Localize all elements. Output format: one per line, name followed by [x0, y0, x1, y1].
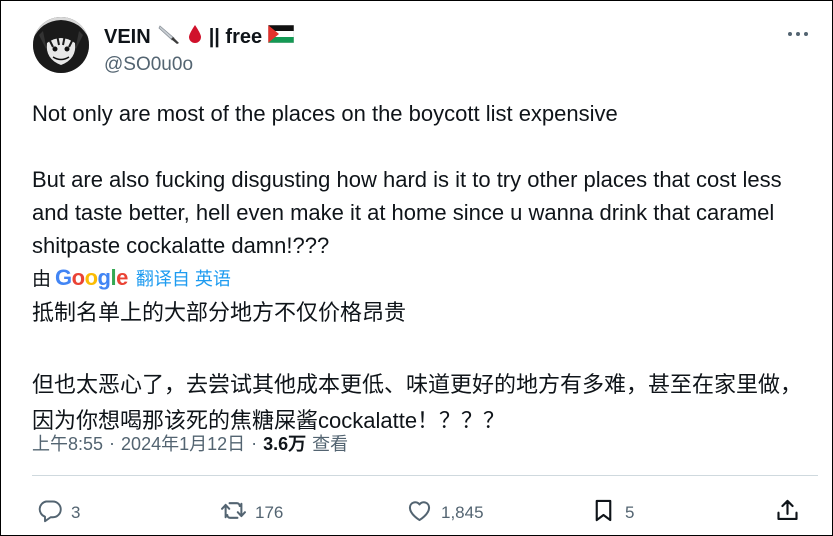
repost-count: 176: [255, 503, 284, 522]
meta-separator: ·: [109, 432, 116, 453]
translated-text: 抵制名单上的大部分地方不仅价格昂贵 但也太恶心了，去尝试其他成本更低、味道更好的…: [32, 300, 803, 433]
knife-icon: [157, 23, 181, 51]
bookmark-button[interactable]: 5: [590, 497, 634, 529]
repost-icon: [220, 497, 247, 529]
bookmark-icon: [590, 497, 617, 529]
display-name[interactable]: VEIN || free: [104, 23, 295, 51]
action-bar: 3 176 1,845 5: [36, 493, 818, 533]
name-suffix: || free: [208, 25, 263, 48]
repost-button[interactable]: 176: [220, 497, 283, 529]
tweet-card: VEIN || free @SO0u0o Not only are most o…: [0, 0, 833, 536]
palestine-flag-icon: [267, 24, 295, 49]
views-label: 查看: [312, 434, 349, 454]
tweet-header: VEIN || free @SO0u0o: [33, 17, 812, 77]
tweet-text: Not only are most of the places on the b…: [32, 101, 782, 258]
bookmark-count: 5: [625, 503, 635, 522]
heart-icon: [406, 497, 433, 529]
translated-from-link[interactable]: 翻译自 英语: [136, 265, 231, 291]
views-count: 3.6万: [263, 434, 307, 454]
divider: [32, 475, 818, 476]
reply-button[interactable]: 3: [36, 497, 80, 529]
google-logo: Google: [55, 264, 128, 290]
avatar[interactable]: [33, 17, 89, 73]
tweet-time[interactable]: 上午8:55: [32, 430, 103, 456]
translated-by-label: 由: [32, 269, 52, 290]
reply-icon: [36, 497, 63, 529]
author-handle[interactable]: @SO0u0o: [104, 54, 193, 76]
more-options-icon[interactable]: [786, 25, 810, 43]
share-button[interactable]: [774, 497, 801, 529]
meta-separator: ·: [251, 432, 258, 453]
tweet-meta: 上午8:55 · 2024年1月12日 · 3.6万 查看: [32, 430, 348, 456]
translation-bar: 由 Google 翻译自 英语: [32, 264, 231, 291]
blood-drop-icon: [187, 23, 203, 51]
reply-count: 3: [71, 503, 81, 522]
share-icon: [774, 497, 801, 529]
author-name: VEIN: [104, 25, 151, 48]
like-count: 1,845: [441, 503, 484, 522]
like-button[interactable]: 1,845: [406, 497, 484, 529]
tweet-date[interactable]: 2024年1月12日: [121, 430, 245, 456]
